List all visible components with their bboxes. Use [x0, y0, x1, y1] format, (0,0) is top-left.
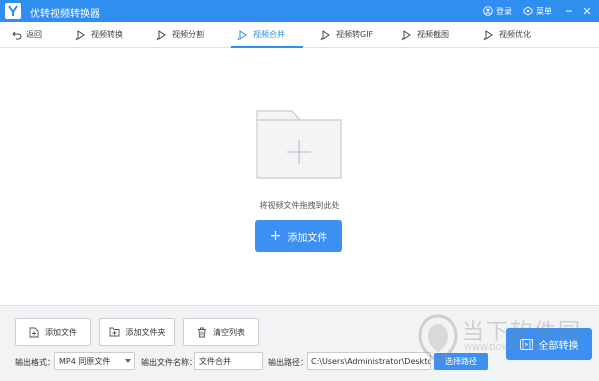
- minimize-button[interactable]: [561, 0, 577, 22]
- video-convert-icon: [75, 29, 85, 40]
- add-file-label: 添加文件: [45, 327, 77, 337]
- app-title: 优转视频转换器: [30, 9, 100, 20]
- tab-label: 视频分割: [172, 30, 204, 39]
- add-file-main-label: 添加文件: [287, 232, 328, 244]
- tab-label: 视频转GIF: [336, 30, 374, 39]
- login-label: 登录: [496, 6, 512, 16]
- plus-icon: +: [269, 228, 282, 244]
- back-button[interactable]: 返回: [12, 22, 42, 47]
- tab-video-screenshot[interactable]: 视频截图: [401, 22, 449, 47]
- tab-video-convert[interactable]: 视频转换: [75, 22, 123, 47]
- bottom-panel: 添加文件 添加文件夹 清空列表 输出格式： MP4 同原文件 输出文件名称： 文…: [0, 305, 599, 381]
- clear-list-button[interactable]: 清空列表: [183, 318, 259, 346]
- login-button[interactable]: 登录: [483, 0, 512, 22]
- title-bar: 优转视频转换器 登录 菜单: [0, 0, 599, 22]
- menu-label: 菜单: [536, 6, 552, 16]
- output-name-input[interactable]: 文件合并: [194, 352, 263, 370]
- add-file-button[interactable]: 添加文件: [15, 318, 91, 346]
- video-optimize-icon: [483, 29, 493, 40]
- trash-icon: [198, 327, 206, 337]
- output-format-value: MP4 同原文件: [59, 356, 111, 366]
- minimize-icon: [566, 10, 572, 12]
- chevron-down-icon: [125, 359, 131, 363]
- tab-label: 视频合并: [253, 30, 285, 39]
- add-file-icon: [29, 327, 39, 337]
- add-folder-icon: [109, 327, 119, 337]
- add-file-main-button[interactable]: + 添加文件: [255, 220, 342, 252]
- active-tab-indicator: [231, 46, 303, 48]
- drop-hint: 将视频文件拖拽到此处: [259, 201, 340, 210]
- video-merge-icon: [237, 29, 247, 40]
- folder-add-icon: [256, 110, 342, 179]
- user-icon: [483, 6, 493, 16]
- convert-all-button[interactable]: 全部转换: [506, 328, 592, 360]
- add-folder-button[interactable]: 添加文件夹: [99, 318, 175, 346]
- drop-area[interactable]: 将视频文件拖拽到此处 + 添加文件: [0, 49, 599, 305]
- output-format-label: 输出格式：: [15, 358, 55, 367]
- video-gif-icon: [320, 29, 330, 40]
- output-format-select[interactable]: MP4 同原文件: [54, 352, 135, 370]
- close-icon: [583, 7, 591, 15]
- output-path-label: 输出路径：: [268, 358, 308, 367]
- clear-list-label: 清空列表: [213, 327, 245, 337]
- back-label: 返回: [26, 30, 42, 39]
- choose-path-button[interactable]: 选择路径: [434, 353, 488, 370]
- app-logo-icon: [5, 3, 21, 19]
- nav-bar: 返回 视频转换 视频分割 视频合并 视频转GIF 视频截图 视频优化: [0, 22, 599, 48]
- back-arrow-icon: [12, 31, 22, 39]
- close-button[interactable]: [579, 0, 595, 22]
- tab-label: 视频优化: [499, 30, 531, 39]
- output-path-input[interactable]: C:\Users\Administrator\Desktop: [307, 352, 431, 370]
- convert-all-label: 全部转换: [538, 340, 579, 352]
- tab-video-to-gif[interactable]: 视频转GIF: [320, 22, 373, 47]
- tab-label: 视频截图: [417, 30, 449, 39]
- video-screenshot-icon: [401, 29, 411, 40]
- tab-video-split[interactable]: 视频分割: [156, 22, 204, 47]
- menu-icon: [523, 6, 533, 16]
- tab-video-merge[interactable]: 视频合并: [237, 22, 285, 47]
- film-icon: [519, 338, 533, 350]
- tab-video-optimize[interactable]: 视频优化: [483, 22, 531, 47]
- add-folder-label: 添加文件夹: [125, 327, 166, 337]
- video-split-icon: [156, 29, 166, 40]
- menu-button[interactable]: 菜单: [523, 0, 552, 22]
- output-name-label: 输出文件名称：: [141, 358, 197, 367]
- tab-label: 视频转换: [91, 30, 123, 39]
